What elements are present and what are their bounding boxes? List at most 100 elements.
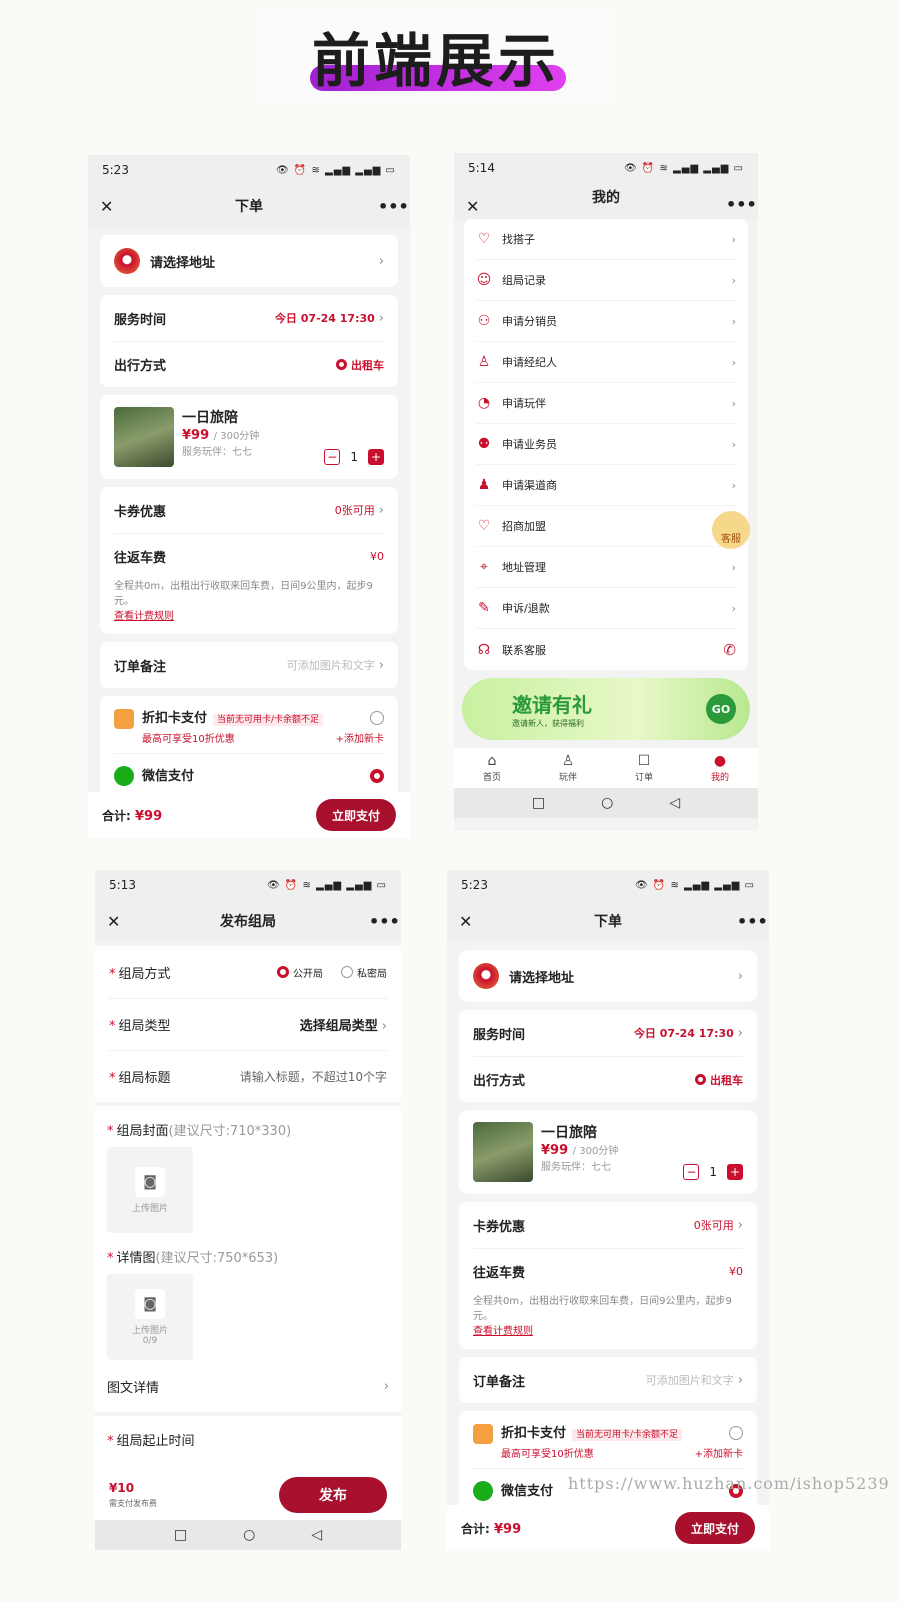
tab-player[interactable]: ♙ 玩伴 bbox=[559, 753, 577, 783]
title-row: * 组局标题 请输入标题，不超过10个字 bbox=[109, 1050, 387, 1102]
goods-title: 一日旅陪 bbox=[541, 1125, 597, 1141]
tab-home[interactable]: ⌂ 首页 bbox=[483, 753, 501, 783]
tab-orders[interactable]: ☐ 订单 bbox=[635, 753, 653, 783]
cover-upload[interactable]: ◙ 上传图片 bbox=[107, 1147, 193, 1233]
chevron-right-icon: › bbox=[731, 355, 736, 369]
chevron-right-icon: › bbox=[737, 968, 743, 984]
menu-item-icon: ♡ bbox=[477, 518, 491, 534]
detail-upload[interactable]: ◙ 上传图片 0/9 bbox=[107, 1274, 193, 1360]
plus-button[interactable]: + bbox=[727, 1164, 743, 1180]
service-time-label: 服务时间 bbox=[114, 312, 167, 328]
remark-card[interactable]: 订单备注 可添加图片和文字 › bbox=[100, 642, 398, 688]
invite-go-button[interactable]: GO bbox=[706, 694, 736, 724]
address-card[interactable]: 请选择地址 › bbox=[100, 235, 398, 287]
menu-item[interactable]: ♡招商加盟› bbox=[476, 506, 736, 547]
minus-button[interactable]: − bbox=[324, 449, 341, 465]
travel-row[interactable]: 出行方式 出租车 bbox=[114, 341, 384, 387]
close-icon[interactable]: ✕ bbox=[100, 197, 120, 216]
menu-item[interactable]: ⚇ 申请分销员 › bbox=[476, 301, 736, 342]
fare-rules-link[interactable]: 查看计费规则 bbox=[114, 609, 384, 624]
address-card[interactable]: 请选择地址 › bbox=[459, 950, 757, 1002]
menu-item-icon: ✎ bbox=[478, 600, 490, 616]
fee-card: 卡券优惠 0张可用 › 往返车费 ¥0 全程共0m，出租出行收取来回车费，日间9公里内… bbox=[459, 1202, 757, 1349]
title-input[interactable]: 请输入标题，不超过10个字 bbox=[240, 1068, 387, 1085]
service-time-row[interactable]: 服务时间 今日 07-24 17:30 › bbox=[473, 1010, 743, 1056]
customer-service-float-button[interactable]: 客服 bbox=[712, 511, 750, 549]
nav-bar: ✕ 发布组局 ••• bbox=[95, 900, 401, 942]
tab-bar: ⌂ 首页 ♙ 玩伴 ☐ 订单 ● 我的 bbox=[454, 748, 758, 788]
goods-card: 一日旅陪 ¥99 / 300分钟 服务玩伴：七七 −1 + bbox=[459, 1110, 757, 1194]
menu-item[interactable]: ⚉ 申请业务员 › bbox=[476, 424, 736, 465]
quantity-value: 1 bbox=[350, 450, 358, 464]
more-icon[interactable]: ••• bbox=[369, 912, 400, 931]
chevron-right-icon: › bbox=[737, 1373, 743, 1388]
menu-item[interactable]: ☊ 联系客服 ✆ bbox=[476, 629, 736, 670]
close-icon[interactable]: ✕ bbox=[107, 912, 127, 931]
coupon-row[interactable]: 卡券优惠 0张可用 › bbox=[114, 487, 384, 533]
radio-selected-icon[interactable] bbox=[370, 768, 384, 783]
close-icon[interactable]: ✕ bbox=[466, 197, 486, 216]
remark-label: 订单备注 bbox=[114, 659, 167, 675]
plus-button[interactable]: + bbox=[368, 449, 384, 465]
mode-public-label: 公开局 bbox=[293, 968, 323, 980]
mode-label: 组局方式 bbox=[118, 966, 171, 982]
travel-row[interactable]: 出行方式 出租车 bbox=[473, 1056, 743, 1102]
remark-placeholder: 可添加图片和文字 bbox=[645, 1374, 734, 1387]
radio-unselected-icon[interactable] bbox=[370, 711, 384, 725]
rich-detail-label: 图文详情 bbox=[107, 1380, 160, 1396]
tab-mine[interactable]: ● 我的 bbox=[711, 753, 729, 783]
pay-now-button[interactable]: 立即支付 bbox=[315, 799, 396, 831]
chevron-right-icon: › bbox=[383, 1378, 389, 1394]
travel-value: 出租车 bbox=[351, 358, 384, 372]
menu-item[interactable]: ◔ 申请玩伴 › bbox=[476, 383, 736, 424]
menu-item[interactable]: ♡ 找搭子 › bbox=[476, 219, 736, 260]
wechat-icon bbox=[473, 1481, 493, 1502]
minus-button[interactable]: − bbox=[683, 1164, 700, 1180]
more-icon[interactable]: ••• bbox=[737, 912, 768, 931]
user-icon: ● bbox=[713, 753, 727, 769]
home-circle-icon[interactable]: ○ bbox=[243, 1527, 255, 1543]
chevron-right-icon: › bbox=[378, 658, 384, 673]
menu-item-label: 申请玩伴 bbox=[502, 397, 546, 410]
menu-item[interactable]: ✎ 申诉/退款 › bbox=[476, 588, 736, 629]
mode-public-option[interactable]: 公开局 bbox=[277, 965, 323, 980]
pay-now-button[interactable]: 立即支付 bbox=[674, 1512, 755, 1544]
chevron-right-icon: › bbox=[731, 396, 736, 410]
menu-item-label: 申请渠道商 bbox=[502, 479, 557, 492]
menu-item-icon: ⌖ bbox=[480, 559, 488, 575]
menu-item[interactable]: ⌖ 地址管理 › bbox=[476, 547, 736, 588]
mode-private-option[interactable]: 私密局 bbox=[341, 965, 387, 980]
card-icon bbox=[114, 708, 134, 729]
more-icon[interactable]: ••• bbox=[378, 197, 409, 216]
home-circle-icon[interactable]: ○ bbox=[601, 795, 613, 811]
back-icon[interactable]: ◁ bbox=[311, 1527, 322, 1543]
menu-item-icon: ☊ bbox=[477, 641, 491, 658]
recent-apps-icon[interactable]: □ bbox=[532, 795, 545, 811]
add-card-link[interactable]: +添加新卡 bbox=[695, 1445, 743, 1460]
tab-label: 订单 bbox=[634, 773, 653, 783]
type-row[interactable]: * 组局类型 选择组局类型 › bbox=[109, 998, 387, 1050]
publish-button[interactable]: 发布 bbox=[279, 1477, 387, 1513]
back-icon[interactable]: ◁ bbox=[669, 795, 680, 811]
close-icon[interactable]: ✕ bbox=[459, 912, 479, 931]
remark-card[interactable]: 订单备注 可添加图片和文字 › bbox=[459, 1357, 757, 1403]
menu-item-icon: ♙ bbox=[477, 354, 491, 370]
recent-apps-icon[interactable]: □ bbox=[174, 1527, 187, 1543]
fare-row: 往返车费 ¥0 bbox=[473, 1248, 743, 1294]
service-time-row[interactable]: 服务时间 今日 07-24 17:30 › bbox=[114, 295, 384, 341]
menu-item[interactable]: ♙ 申请经纪人 › bbox=[476, 342, 736, 383]
menu-item-label: 找搭子 bbox=[502, 233, 535, 246]
wechat-pay-option[interactable]: 微信支付 bbox=[114, 753, 384, 797]
invite-banner[interactable]: 邀请有礼 邀请新人，获得福利 GO bbox=[462, 678, 750, 740]
cover-hint: (建议尺寸:710*330) bbox=[168, 1124, 292, 1139]
add-card-link[interactable]: +添加新卡 bbox=[336, 730, 384, 745]
fare-rules-link[interactable]: 查看计费规则 bbox=[473, 1324, 743, 1339]
coupon-row[interactable]: 卡券优惠 0张可用 › bbox=[473, 1202, 743, 1248]
radio-unselected-icon[interactable] bbox=[729, 1426, 743, 1440]
more-icon[interactable]: ••• bbox=[726, 195, 757, 214]
rich-detail-row[interactable]: 图文详情 › bbox=[107, 1360, 389, 1412]
menu-item[interactable]: ♟ 申请渠道商 › bbox=[476, 465, 736, 506]
menu-item[interactable]: ☺ 组局记录 › bbox=[476, 260, 736, 301]
required-mark: * bbox=[107, 1251, 114, 1266]
mine-screen: 5:14 👁 ⏰ ≋ ▂▄▆ ▂▄▆ ▭ ✕ 我的 ••• ♡ 找搭子 › ☺ 组局记录 › ⚇ 申… bbox=[454, 153, 758, 831]
